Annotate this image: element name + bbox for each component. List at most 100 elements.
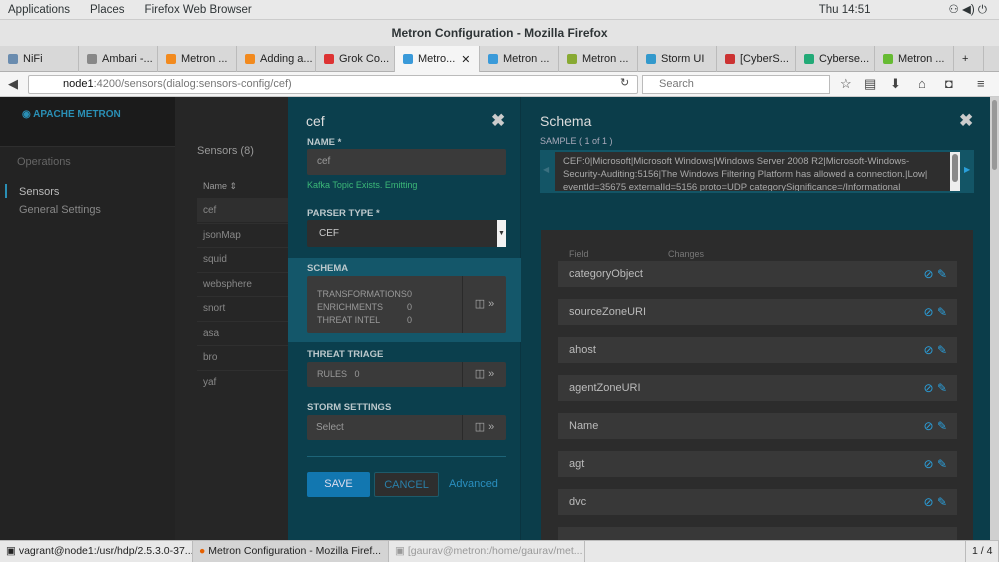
tab[interactable]: Metron ...: [158, 46, 237, 72]
tab-label: Metron ...: [503, 53, 550, 65]
url-bar[interactable]: node1:4200/sensors(dialog:sensors-config…: [28, 75, 638, 94]
tab[interactable]: Metron ...: [480, 46, 559, 72]
reload-icon[interactable]: ↻: [620, 76, 629, 89]
parser-type-select[interactable]: CEF ▼: [307, 220, 506, 247]
applications-menu[interactable]: Applications: [8, 4, 70, 16]
advanced-link[interactable]: Advanced: [449, 478, 498, 490]
tab[interactable]: Ambari -...: [79, 46, 158, 72]
bookmark-star-icon[interactable]: ☆: [840, 76, 852, 92]
edit-field-icon[interactable]: ✎: [937, 305, 947, 319]
cancel-button[interactable]: CANCEL: [374, 472, 439, 497]
edit-field-icon[interactable]: ✎: [937, 381, 947, 395]
nav-bar: ◀ node1:4200/sensors(dialog:sensors-conf…: [0, 72, 999, 97]
task-firefox[interactable]: ● Metron Configuration - Mozilla Firef..…: [193, 541, 389, 562]
schema-box[interactable]: TRANSFORMATIONS0 ENRICHMENTS 0 THREAT INTEL…: [307, 276, 506, 333]
tab-label: Metron ...: [582, 53, 629, 65]
parser-type-label: PARSER TYPE *: [307, 208, 380, 219]
tab[interactable]: Metron ...: [559, 46, 638, 72]
sensor-row[interactable]: websphere: [197, 271, 288, 296]
disable-field-icon[interactable]: ⊘: [924, 305, 934, 319]
tab[interactable]: Adding a...: [237, 46, 316, 72]
disable-field-icon[interactable]: ⊘: [924, 457, 934, 471]
sidebar-item-general-settings[interactable]: General Settings: [19, 204, 101, 216]
tab-label: Metron ...: [181, 53, 228, 65]
schema-field-row: ahost ⊘ ✎: [558, 337, 957, 363]
home-icon[interactable]: ⌂: [918, 76, 926, 91]
sensor-row[interactable]: yaf: [197, 369, 288, 394]
tab[interactable]: Cyberse...: [796, 46, 875, 72]
field-name: ahost: [569, 344, 596, 356]
tab[interactable]: [CyberS...: [717, 46, 796, 72]
storm-select: Select: [316, 422, 344, 433]
tab[interactable]: NiFi: [0, 46, 79, 72]
nav-section-operations: Operations: [17, 156, 71, 168]
tab[interactable]: Metron ...: [875, 46, 954, 72]
system-tray-icons[interactable]: ⚇ ◀) ⏻: [949, 2, 987, 17]
active-app[interactable]: Firefox Web Browser: [145, 4, 252, 16]
close-config-icon[interactable]: ✖: [491, 111, 505, 131]
favicon-icon: [883, 54, 893, 64]
config-title: cef: [306, 113, 325, 129]
favicon-icon: [403, 54, 413, 64]
favicon-icon: [804, 54, 814, 64]
download-icon[interactable]: ⬇: [890, 76, 901, 92]
new-tab-button[interactable]: +: [954, 46, 984, 72]
tab[interactable]: Storm UI: [638, 46, 717, 72]
close-tab-icon[interactable]: ✕: [461, 53, 470, 66]
edit-field-icon[interactable]: ✎: [937, 495, 947, 509]
active-indicator: [5, 184, 7, 198]
clock[interactable]: Thu 14:51: [819, 4, 871, 16]
tab-label: Metro...: [418, 53, 456, 65]
tab[interactable]: Grok Co...: [316, 46, 395, 72]
sensor-row[interactable]: asa: [197, 320, 288, 345]
close-schema-icon[interactable]: ✖: [959, 111, 973, 131]
disable-field-icon[interactable]: ⊘: [924, 267, 934, 281]
clipboard-icon[interactable]: ▤: [864, 76, 876, 92]
expand-triage-icon[interactable]: ◫ »: [462, 362, 506, 387]
sensor-row[interactable]: bro: [197, 345, 288, 369]
schema-label: SCHEMA: [307, 263, 349, 274]
name-input[interactable]: cef: [307, 149, 506, 175]
expand-storm-icon[interactable]: ◫ »: [462, 415, 506, 440]
menu-icon[interactable]: ≡: [977, 76, 985, 91]
task-terminal-gaurav[interactable]: ▣ [gaurav@metron:/home/gaurav/met...: [389, 541, 585, 562]
back-icon[interactable]: ◀: [8, 76, 18, 92]
pocket-icon[interactable]: ◘: [945, 76, 953, 91]
page-scrollbar[interactable]: [990, 97, 999, 540]
divider: [307, 456, 506, 457]
edit-field-icon[interactable]: ✎: [937, 343, 947, 357]
chevron-down-icon[interactable]: ▼: [497, 220, 506, 247]
sample-text[interactable]: CEF:0|Microsoft|Microsoft Windows|Window…: [555, 152, 950, 191]
disable-field-icon[interactable]: ⊘: [924, 343, 934, 357]
workspace-indicator[interactable]: 1 / 4: [965, 541, 999, 562]
tab[interactable]: Metro... ✕: [395, 46, 480, 72]
sensor-row[interactable]: squid: [197, 247, 288, 271]
edit-field-icon[interactable]: ✎: [937, 457, 947, 471]
tab-label: Cyberse...: [819, 53, 870, 65]
disable-field-icon[interactable]: ⊘: [924, 495, 934, 509]
edit-field-icon[interactable]: ✎: [937, 267, 947, 281]
edit-field-icon[interactable]: ✎: [937, 419, 947, 433]
next-sample-icon[interactable]: ▶: [964, 165, 970, 174]
places-menu[interactable]: Places: [90, 4, 125, 16]
threat-triage-box[interactable]: RULES 0 ◫ »: [307, 362, 506, 387]
sensor-row[interactable]: snort: [197, 296, 288, 320]
save-button[interactable]: SAVE: [307, 472, 370, 497]
favicon-icon: [245, 54, 255, 64]
sensor-row[interactable]: jsonMap: [197, 222, 288, 247]
field-name: sourceZoneURI: [569, 306, 647, 318]
sample-label: SAMPLE ( 1 of 1 ): [540, 136, 613, 146]
sample-scrollbar[interactable]: [950, 152, 960, 191]
search-input[interactable]: Search: [642, 75, 830, 94]
disable-field-icon[interactable]: ⊘: [924, 419, 934, 433]
sidebar-item-sensors[interactable]: Sensors: [19, 186, 59, 198]
sensor-row[interactable]: cef: [197, 198, 288, 222]
disable-field-icon[interactable]: ⊘: [924, 381, 934, 395]
expand-schema-icon[interactable]: ◫ »: [462, 276, 506, 333]
task-terminal-vagrant[interactable]: ▣ vagrant@node1:/usr/hdp/2.5.3.0-37...: [0, 541, 193, 562]
prev-sample-icon[interactable]: ◀: [543, 165, 549, 174]
column-header-name[interactable]: Name ⇕: [203, 181, 237, 192]
storm-settings-box[interactable]: Select ◫ »: [307, 415, 506, 440]
sensors-title: Sensors (8): [197, 145, 254, 157]
tab-strip: NiFi Ambari -... Metron ... Adding a... Grok…: [0, 46, 999, 72]
